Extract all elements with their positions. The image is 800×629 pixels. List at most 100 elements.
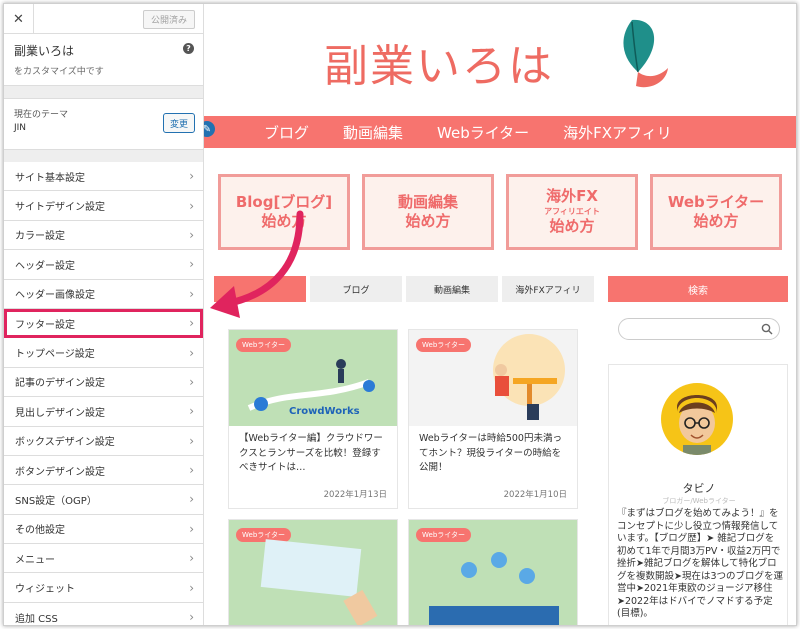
nav-item-fx-affiliate[interactable]: 海外FXアフィリ [563,122,672,143]
post-card[interactable]: Webライター CrowdWorks 【Webライター編】クラウドワークスとラン… [228,329,398,509]
chevron-right-icon: › [189,198,194,213]
menu-item-widgets[interactable]: ウィジェット › [4,573,203,603]
chevron-right-icon: › [189,492,194,507]
menu-item-label: ウィジェット [15,584,75,596]
menu-item-menus[interactable]: メニュー › [4,544,203,574]
change-theme-button[interactable]: 変更 [163,113,195,133]
sidebar-header: ✕ 公開済み [4,4,203,34]
chevron-right-icon: › [189,580,194,595]
chevron-right-icon: › [189,404,194,419]
menu-item-header-image[interactable]: ヘッダー画像設定 › [4,279,203,309]
nav-item-blog[interactable]: ブログ [264,122,309,143]
tab-blog[interactable]: ブログ [310,276,402,302]
nav-item-video-editing[interactable]: 動画編集 [343,122,403,143]
tab-fx-affiliate[interactable]: 海外FXアフィリ [502,276,594,302]
menu-item-color[interactable]: カラー設定 › [4,220,203,251]
customizer-menu: サイト基本設定 › サイトデザイン設定 › カラー設定 › ヘッダー設定 › ヘッダー画… [4,162,203,625]
chevron-right-icon: › [189,463,194,478]
banner-text-2: 始め方 [549,217,595,236]
menu-item-label: メニュー [15,554,55,566]
site-preview: 副業いろは ブログ 動画編集 Webライター 海外FXアフィリ ✎ Blog[ブ… [204,4,796,625]
banner-fx[interactable]: 海外FX アフィリエイト 始め方 [506,174,638,250]
help-icon[interactable]: ? [183,43,194,54]
menu-item-label: サイトデザイン設定 [15,202,105,214]
profile-description: 『まずはブログを始めてみよう！』をコンセプトに少し役立つ情報発信しています。【ブ… [617,508,784,620]
post-card[interactable]: Webライター [408,519,578,625]
tab-new[interactable] [214,276,306,302]
avatar-face-icon [677,395,717,455]
writer-illustration [493,334,565,420]
menu-item-heading-design[interactable]: 見出しデザイン設定 › [4,397,203,427]
menu-item-article-design[interactable]: 記事のデザイン設定 › [4,367,203,398]
profile-name: タビノ [682,482,716,495]
post-card[interactable]: Webライター Webライターは時給500円未満ってホント？現役ライターの時給を… [408,329,578,509]
banner-text: 海外FX [546,187,598,206]
close-icon[interactable]: ✕ [4,4,34,34]
menu-item-label: ボタンデザイン設定 [15,466,105,478]
menu-item-box-design[interactable]: ボックスデザイン設定 › [4,426,203,456]
publish-button[interactable]: 公開済み [143,10,195,29]
post-card[interactable]: Webライター [228,519,398,625]
current-theme-box: 現在のテーマ JIN 変更 [4,98,203,150]
menu-item-additional-css[interactable]: 追加 CSS › [4,602,203,625]
menu-item-sns[interactable]: SNS設定（OGP） › [4,485,203,515]
menu-item-label: ヘッダー設定 [15,260,75,272]
post-thumbnail: Webライター [229,520,397,625]
menu-item-other[interactable]: その他設定 › [4,514,203,545]
menu-item-label: トップページ設定 [15,349,95,361]
chevron-right-icon: › [189,316,194,331]
menu-item-label: SNS設定（OGP） [15,495,97,507]
banner-text: Webライター 始め方 [667,192,765,231]
chevron-right-icon: › [189,433,194,448]
post-thumbnail: Webライター [409,520,577,625]
menu-item-site-basic[interactable]: サイト基本設定 › [4,162,203,192]
post-grid: Webライター CrowdWorks 【Webライター編】クラウドワークスとラン… [228,329,578,625]
chevron-right-icon: › [189,374,194,389]
banner-web-writer[interactable]: Webライター 始め方 [650,174,782,250]
menu-item-label: 記事のデザイン設定 [15,378,105,390]
banner-video[interactable]: 動画編集 始め方 [362,174,494,250]
banner-row: Blog[ブログ] 始め方 動画編集 始め方 海外FX アフィリエイト 始め方 … [218,174,782,250]
menu-item-label: フッター設定 [15,319,75,331]
chevron-right-icon: › [189,551,194,566]
menu-item-site-design[interactable]: サイトデザイン設定 › [4,191,203,221]
post-title: Webライターは時給500円未満ってホント？現役ライターの時給を公開！ [419,433,562,474]
tab-video-editing[interactable]: 動画編集 [406,276,498,302]
banner-subtext: アフィリエイト [544,206,600,216]
profile-role: ブロガー/Webライター [662,497,736,505]
network-illustration [429,552,559,625]
banner-blog[interactable]: Blog[ブログ] 始め方 [218,174,350,250]
post-date: 2022年1月13日 [323,490,387,500]
post-thumbnail: Webライター [409,330,577,426]
post-title: 【Webライター編】クラウドワークスとランサーズを比較！登録すべきサイトは… [239,433,383,474]
chevron-right-icon: › [189,227,194,242]
profile-widget: タビノ ブロガー/Webライター 『まずはブログを始めてみよう！』をコンセプトに… [608,364,788,625]
customizing-label: をカスタマイズ中です [14,67,104,77]
menu-item-label: 追加 CSS [15,613,58,625]
site-title-box: 副業いろは をカスタマイズ中です ? [4,34,203,86]
chevron-right-icon: › [189,286,194,301]
site-logo[interactable]: 副業いろは [324,30,554,94]
avatar [661,383,733,455]
banner-text: 動画編集 始め方 [397,192,458,231]
notepad-illustration [260,539,378,625]
menu-item-label: ヘッダー画像設定 [15,290,95,302]
menu-item-footer[interactable]: フッター設定 › [4,308,203,339]
menu-item-label: 見出しデザイン設定 [15,407,105,419]
search-heading: 検索 [608,276,788,302]
search-icon[interactable] [761,323,773,335]
site-title: 副業いろは [14,44,75,58]
menu-item-label: その他設定 [15,525,65,537]
menu-item-top-page[interactable]: トップページ設定 › [4,338,203,368]
chevron-right-icon: › [189,257,194,272]
post-thumbnail: Webライター CrowdWorks [229,330,397,426]
chevron-right-icon: › [189,169,194,184]
menu-item-header[interactable]: ヘッダー設定 › [4,250,203,280]
banner-text: Blog[ブログ] 始め方 [235,192,333,231]
crowdworks-illustration: CrowdWorks [247,359,375,417]
search-input[interactable] [618,318,780,340]
window-frame: ✕ 公開済み 副業いろは をカスタマイズ中です ? 現在のテーマ JIN 変更 … [3,3,797,626]
thumbnail-caption: CrowdWorks [289,406,360,417]
nav-item-web-writer[interactable]: Webライター [437,122,529,143]
menu-item-button-design[interactable]: ボタンデザイン設定 › [4,455,203,486]
